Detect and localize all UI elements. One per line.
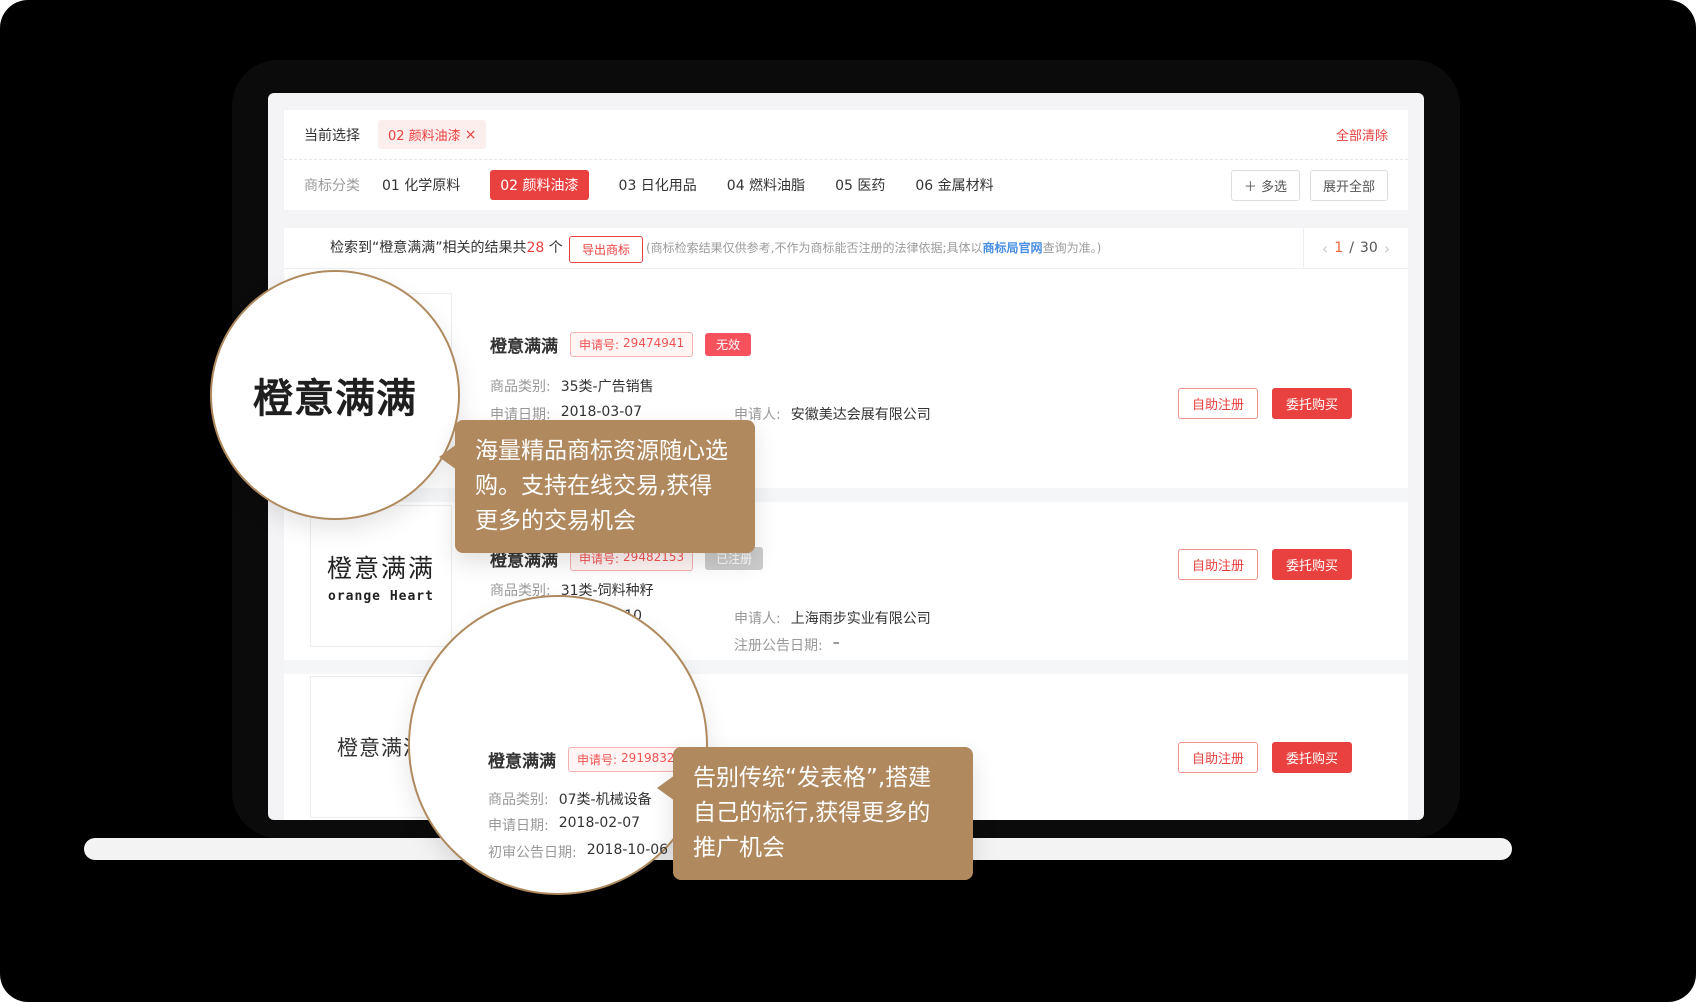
trademark-title-row3: 橙意满满 申请号:29198321: [488, 747, 691, 772]
detail-publication-row3: 初审公告日期: 2018-10-06: [488, 842, 668, 862]
magnifier-circle-row1: 橙意满满: [210, 270, 460, 520]
category-item-02-active[interactable]: 02 颜料油漆: [490, 170, 588, 200]
row2-actions: 自助注册 委托购买: [1178, 549, 1352, 580]
self-register-button[interactable]: 自助注册: [1178, 742, 1258, 773]
entrust-purchase-button[interactable]: 委托购买: [1272, 388, 1352, 419]
category-item-01[interactable]: 01 化学原料: [382, 175, 460, 195]
category-item-06[interactable]: 06 金属材料: [915, 175, 993, 195]
trademark-image-row2: 橙意满满 orange Heart: [310, 505, 452, 647]
current-selection-label: 当前选择: [304, 125, 360, 145]
results-summary: 检索到“橙意满满”相关的结果共28 个: [330, 228, 563, 268]
category-item-05[interactable]: 05 医药: [835, 175, 885, 195]
row3-actions: 自助注册 委托购买: [1178, 742, 1352, 773]
entrust-purchase-button[interactable]: 委托购买: [1272, 549, 1352, 580]
pagination: ‹ 1 / 30 ›: [1303, 228, 1408, 268]
close-icon[interactable]: ×: [465, 128, 477, 142]
category-item-04[interactable]: 04 燃料油脂: [727, 175, 805, 195]
multi-select-button[interactable]: ＋ 多选: [1231, 170, 1300, 201]
category-list: 01 化学原料 02 颜料油漆 03 日化用品 04 燃料油脂 05 医药 06…: [382, 170, 994, 200]
status-badge-invalid: 无效: [705, 333, 751, 356]
category-filter-label: 商标分类: [304, 175, 360, 195]
trademark-office-link[interactable]: 商标局官网: [983, 241, 1043, 255]
row1-actions: 自助注册 委托购买: [1178, 388, 1352, 419]
magnifier-circle-row3: 橙意满满 申请号:29198321 商品类别: 07类-机械设备 申请日期: 2…: [408, 595, 708, 895]
detail-category-row1: 商品类别: 35类-广告销售: [490, 376, 654, 396]
results-summary-prefix: 检索到“橙意满满”相关的结果共: [330, 240, 527, 256]
next-page-icon[interactable]: ›: [1384, 239, 1390, 258]
self-register-button[interactable]: 自助注册: [1178, 388, 1258, 419]
prev-page-icon[interactable]: ‹: [1322, 239, 1328, 258]
detail-category-row3: 商品类别: 07类-机械设备: [488, 789, 652, 809]
trademark-name: 橙意满满: [488, 747, 556, 772]
category-item-03[interactable]: 03 日化用品: [619, 175, 697, 195]
tooltip-arrow-icon: [657, 775, 675, 801]
trademark-image-subtext: orange Heart: [328, 589, 434, 604]
tooltip-trade-resources: 海量精品商标资源随心选购。支持在线交易,获得更多的交易机会: [455, 420, 755, 553]
tooltip-promotion: 告别传统“发表格”,搭建自己的标行,获得更多的推广机会: [673, 747, 973, 880]
detail-date-row3: 申请日期: 2018-02-07: [488, 815, 640, 835]
selected-filter-tag[interactable]: 02 颜料油漆 ×: [378, 120, 486, 149]
selected-filter-tag-label: 02 颜料油漆: [388, 125, 461, 144]
tooltip-arrow-icon: [439, 444, 457, 470]
results-count: 28: [527, 240, 545, 256]
trademark-image-text: 橙意满满: [327, 549, 435, 585]
filter-card: 当前选择 02 颜料油漆 × 全部清除 商标分类 01 化学原料 02 颜料油漆…: [284, 110, 1408, 210]
expand-all-button[interactable]: 展开全部: [1310, 170, 1388, 201]
application-number-pill: 申请号:29474941: [570, 332, 693, 357]
current-selection-row: 当前选择 02 颜料油漆 × 全部清除: [284, 110, 1408, 160]
mockup-stage: 当前选择 02 颜料油漆 × 全部清除 商标分类 01 化学原料 02 颜料油漆…: [0, 0, 1696, 1002]
results-header: 检索到“橙意满满”相关的结果共28 个 导出商标 (商标检索结果仅供参考,不作为…: [284, 228, 1408, 269]
results-summary-suffix: 个: [544, 240, 562, 256]
trademark-title-row1: 橙意满满 申请号:29474941 无效: [490, 332, 751, 357]
row-separator: [284, 488, 1408, 502]
magnified-trademark-text: 橙意满满: [253, 366, 417, 424]
entrust-purchase-button[interactable]: 委托购买: [1272, 742, 1352, 773]
disclaimer-text: (商标检索结果仅供参考,不作为商标能否注册的法律依据;具体以商标局官网查询为准。…: [646, 228, 1101, 268]
current-page: 1: [1334, 240, 1343, 256]
self-register-button[interactable]: 自助注册: [1178, 549, 1258, 580]
export-trademarks-button[interactable]: 导出商标: [569, 236, 643, 263]
trademark-name: 橙意满满: [490, 332, 558, 357]
category-row: 商标分类 01 化学原料 02 颜料油漆 03 日化用品 04 燃料油脂 05 …: [284, 160, 1408, 210]
clear-all-button[interactable]: 全部清除: [1336, 125, 1388, 144]
total-pages: 30: [1360, 240, 1378, 256]
